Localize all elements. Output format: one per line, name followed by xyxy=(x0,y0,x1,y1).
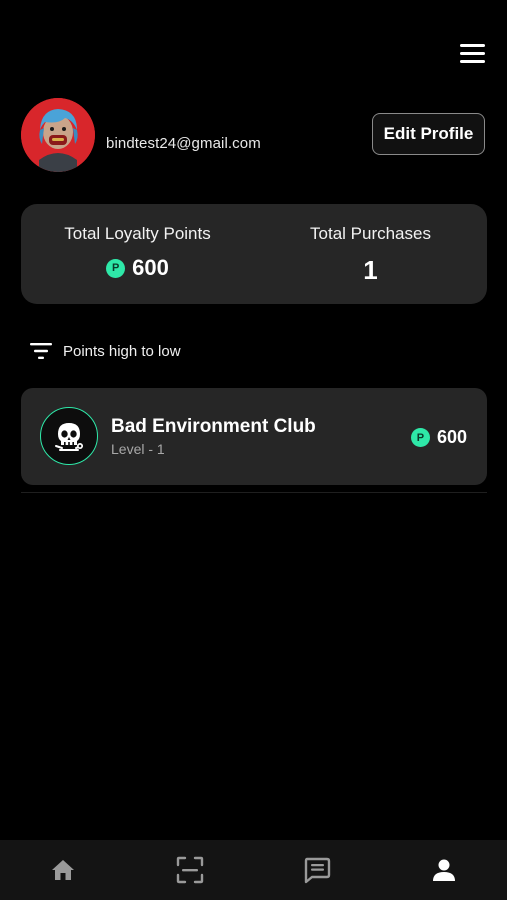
points-coin-icon: P xyxy=(410,428,430,447)
sort-label: Points high to low xyxy=(63,342,181,360)
home-icon xyxy=(52,860,75,880)
total-purchases-value: 1 xyxy=(363,255,378,285)
list-divider xyxy=(21,492,487,493)
loyalty-points-stat: Total Loyalty Points P 600 xyxy=(21,204,254,304)
avatar-image xyxy=(21,98,95,172)
loyalty-points-label: Total Loyalty Points xyxy=(64,224,211,243)
club-logo xyxy=(40,407,98,465)
nav-scan[interactable] xyxy=(127,840,254,900)
club-level: Level - 1 xyxy=(111,441,165,457)
club-points-value: 600 xyxy=(436,427,467,447)
profile-icon xyxy=(432,859,455,881)
sort-control[interactable]: Points high to low xyxy=(30,338,181,364)
loyalty-points-value: 600 xyxy=(132,255,169,280)
hamburger-menu-icon xyxy=(460,43,485,47)
nav-home[interactable] xyxy=(0,840,127,900)
total-purchases-stat: Total Purchases 1 xyxy=(254,204,487,304)
bottom-nav xyxy=(0,840,507,900)
nav-chat[interactable] xyxy=(254,840,381,900)
stats-card: Total Loyalty Points P 600 Total Purchas… xyxy=(21,204,487,304)
club-name: Bad Environment Club xyxy=(111,416,316,437)
scan-icon xyxy=(176,856,204,884)
skull-logo-icon xyxy=(55,423,83,451)
menu-button[interactable] xyxy=(456,40,488,66)
avatar[interactable] xyxy=(21,98,95,172)
total-purchases-value-row: 1 xyxy=(254,255,487,286)
profile-email: bindtest24@gmail.com xyxy=(106,135,261,152)
club-card[interactable]: Bad Environment Club Level - 1 P 600 xyxy=(21,388,487,485)
filter-sort-icon xyxy=(30,343,52,359)
edit-profile-button[interactable]: Edit Profile xyxy=(372,113,485,155)
total-purchases-label: Total Purchases xyxy=(310,224,431,243)
loyalty-points-value-row: P 600 xyxy=(21,255,254,281)
nav-profile[interactable] xyxy=(380,840,507,900)
chat-icon xyxy=(304,857,331,884)
points-coin-icon: P xyxy=(106,258,126,278)
club-points: P 600 xyxy=(410,427,467,448)
